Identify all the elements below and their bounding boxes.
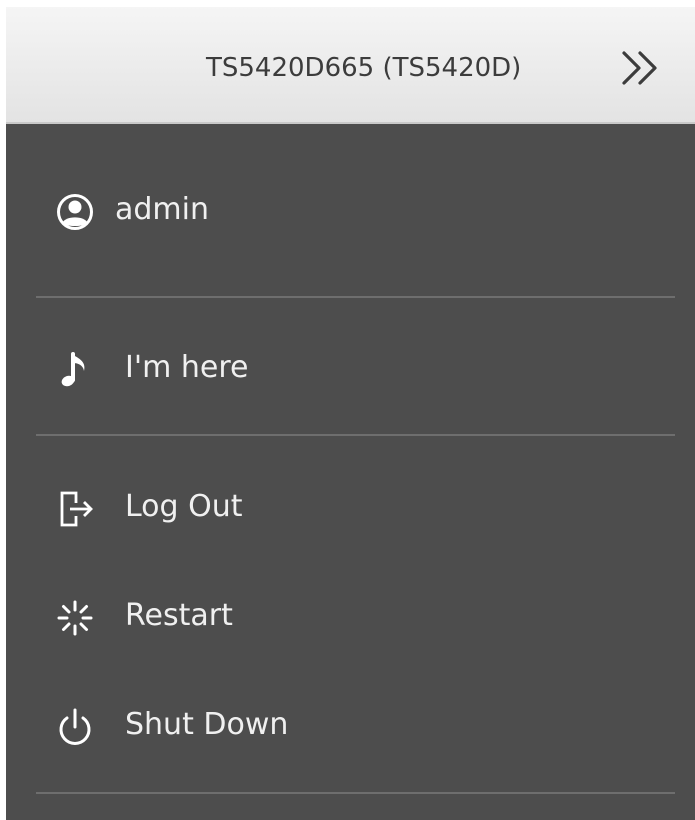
- menu-divider: [36, 296, 675, 298]
- menu-item-restart[interactable]: Restart: [6, 586, 695, 646]
- menu-divider: [36, 434, 675, 436]
- menu-item-log-out[interactable]: Log Out: [6, 477, 695, 537]
- user-name-label: admin: [115, 192, 209, 227]
- double-chevron-right-icon: [622, 51, 657, 85]
- user-circle-icon: [54, 192, 98, 232]
- device-name-title: TS5420D665 (TS5420D): [206, 53, 522, 83]
- collapse-panel-button[interactable]: [618, 45, 668, 91]
- power-icon: [54, 707, 98, 747]
- user-account-item[interactable]: admin: [6, 180, 695, 240]
- menu-item-im-here[interactable]: I'm here: [6, 338, 695, 398]
- menu-item-label: I'm here: [125, 350, 249, 385]
- menu-item-label: Shut Down: [125, 707, 289, 742]
- menu-divider: [36, 792, 675, 794]
- logout-icon: [54, 489, 98, 529]
- panel-header: TS5420D665 (TS5420D): [6, 7, 695, 124]
- restart-icon: [54, 598, 98, 638]
- music-note-icon: [54, 350, 98, 390]
- menu-item-label: Restart: [125, 598, 233, 633]
- device-menu-panel: TS5420D665 (TS5420D) admin I'm here Log …: [6, 7, 695, 820]
- menu-item-label: Log Out: [125, 489, 243, 524]
- menu-item-shut-down[interactable]: Shut Down: [6, 695, 695, 755]
